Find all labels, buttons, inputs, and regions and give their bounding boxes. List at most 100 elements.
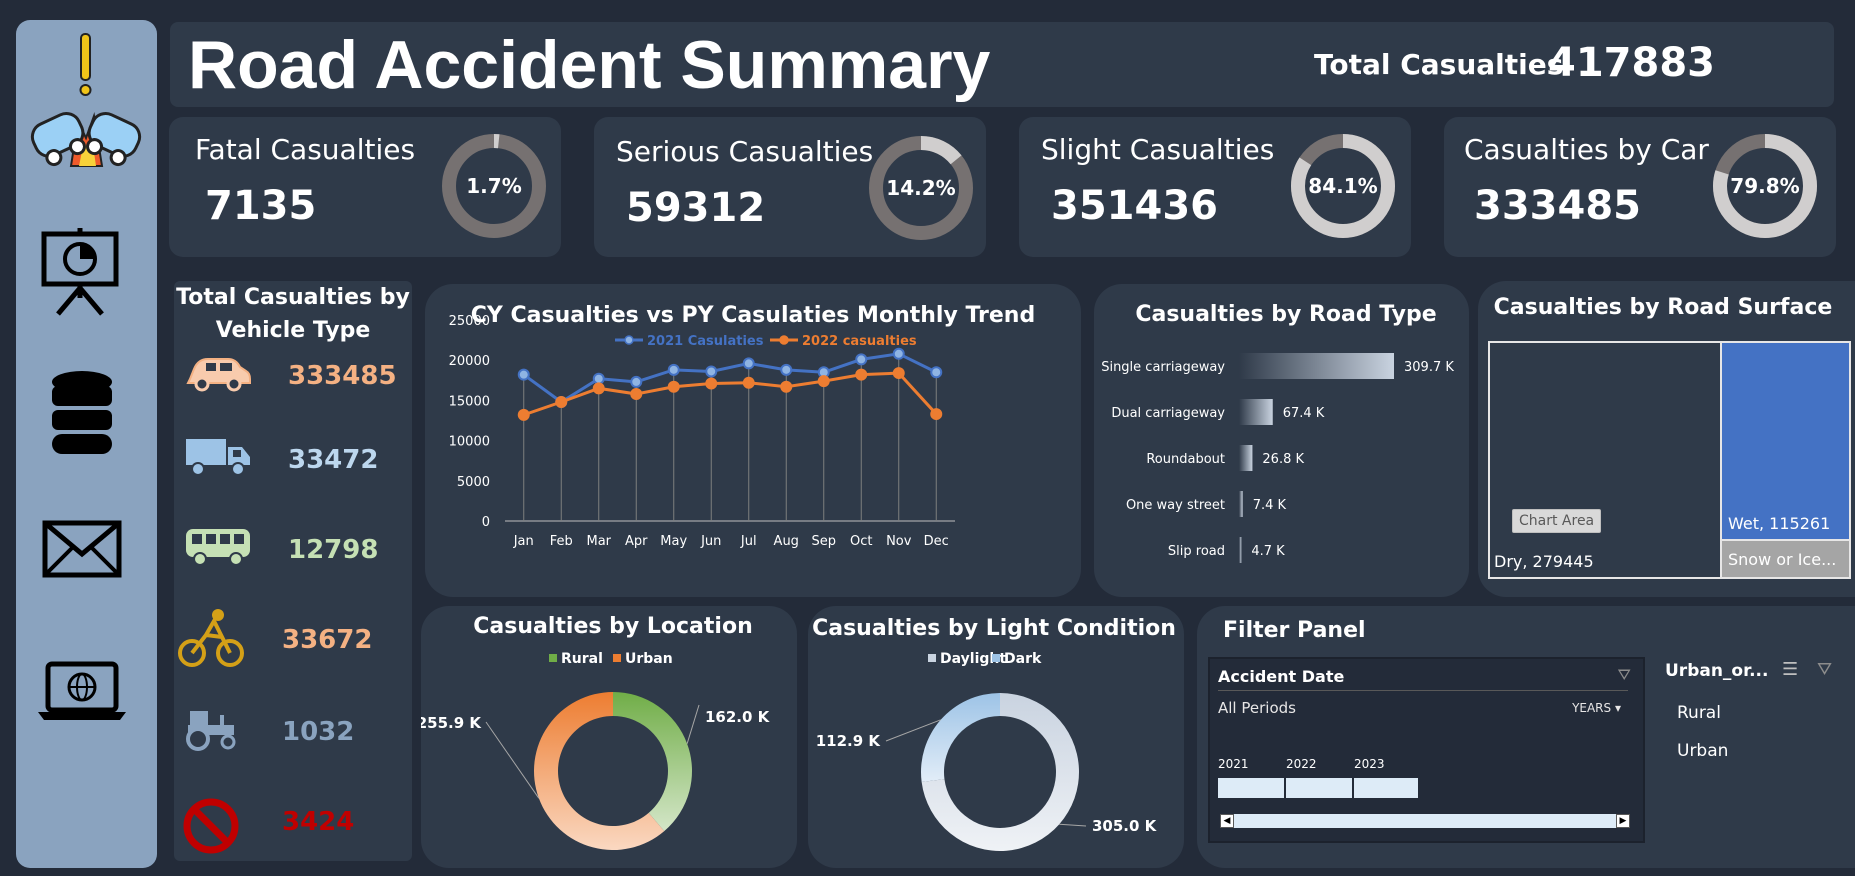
timeline-year-2021[interactable]: 2021 xyxy=(1218,757,1249,771)
legend-item: Rural xyxy=(549,651,603,667)
sidebar xyxy=(16,20,157,868)
data-point xyxy=(555,396,568,409)
kpi-card-fatal: Fatal Casualties 7135 1.7% xyxy=(169,117,561,257)
chart-title: Casualties by Location xyxy=(473,614,752,639)
bar-category-label: One way street xyxy=(1126,498,1225,513)
mail-icon[interactable] xyxy=(42,520,122,580)
chart-title: CY Casualties vs PY Casulaties Monthly T… xyxy=(471,303,1035,328)
car-icon xyxy=(184,353,252,397)
data-point xyxy=(517,368,530,381)
x-tick-label: Dec xyxy=(924,534,949,549)
y-tick-label: 15000 xyxy=(449,394,490,409)
slicer-item-rural[interactable]: Rural xyxy=(1677,703,1721,723)
accident-icon[interactable] xyxy=(26,26,146,176)
urban-rural-slicer[interactable]: Urban_or... ☰ ⛛ Rural Urban xyxy=(1665,659,1845,831)
y-tick-label: 25000 xyxy=(449,314,490,329)
legend-label: Dark xyxy=(1004,651,1042,667)
kpi-title: Slight Casualties xyxy=(1041,133,1275,166)
kpi-card-slight: Slight Casualties 351436 84.1% xyxy=(1019,117,1411,257)
bar-value-label: 7.4 K xyxy=(1253,498,1287,513)
road-surface-panel: Casualties by Road Surface Dry, 279445 C… xyxy=(1478,281,1855,597)
laptop-globe-icon[interactable] xyxy=(36,660,128,722)
location-donut-chart: Casualties by Location Rural Urban 162.0 … xyxy=(417,614,771,850)
data-point xyxy=(892,367,905,380)
database-icon[interactable] xyxy=(50,370,114,456)
timeline-bar[interactable] xyxy=(1218,778,1418,798)
data-point xyxy=(930,366,943,379)
x-tick-label: Aug xyxy=(774,534,799,549)
road-surface-treemap: Dry, 279445 Chart Area Wet, 115261 Snow … xyxy=(1488,341,1851,579)
presentation-chart-icon[interactable] xyxy=(40,228,120,318)
leader-line xyxy=(485,721,540,799)
vehicle-value-other: 3424 xyxy=(282,807,355,837)
data-point xyxy=(817,375,830,388)
x-tick-label: Jan xyxy=(513,534,534,549)
total-casualties-value: 417883 xyxy=(1548,40,1715,86)
timeline-year-2022[interactable]: 2022 xyxy=(1286,757,1317,771)
bar-category-label: Slip road xyxy=(1168,544,1225,559)
timeline-level: YEARS xyxy=(1572,701,1612,715)
filter-panel-title: Filter Panel xyxy=(1223,618,1366,643)
bar-value-label: 309.7 K xyxy=(1404,360,1454,375)
light-donut-chart: Casualties by Light Condition DaylightDa… xyxy=(812,616,1176,851)
kpi-donut: 14.2% xyxy=(869,136,973,240)
bar-value-label: 67.4 K xyxy=(1283,406,1325,421)
clear-filter-icon[interactable]: ⛛ xyxy=(1817,659,1832,680)
tractor-icon xyxy=(184,705,240,755)
bar xyxy=(1239,537,1242,563)
data-point xyxy=(630,387,643,400)
data-point xyxy=(705,365,718,378)
data-point xyxy=(667,380,680,393)
treemap-tile-wet[interactable]: Wet, 115261 xyxy=(1722,343,1849,539)
chevron-down-icon: ▾ xyxy=(1614,701,1621,715)
scroll-left-icon[interactable]: ◀ xyxy=(1220,814,1234,828)
y-tick-label: 10000 xyxy=(449,435,490,450)
data-point xyxy=(780,380,793,393)
truck-icon xyxy=(184,435,252,481)
timeline-header: Accident Date xyxy=(1218,667,1345,686)
treemap-tile-dry[interactable]: Dry, 279445 Chart Area xyxy=(1490,343,1720,577)
monthly-trend-panel: CY Casualties vs PY Casulaties Monthly T… xyxy=(425,284,1081,597)
slicer-item-urban[interactable]: Urban xyxy=(1677,741,1728,761)
x-tick-label: Nov xyxy=(886,534,912,549)
timeline-scrollbar[interactable]: ◀ ▶ xyxy=(1220,814,1630,828)
kpi-value: 59312 xyxy=(626,185,766,231)
x-tick-label: May xyxy=(660,534,687,549)
series-line-0 xyxy=(522,352,937,404)
data-point xyxy=(930,408,943,421)
accident-date-timeline[interactable]: Accident Date ⛛ All Periods YEARS ▾ 2021… xyxy=(1208,657,1645,843)
data-point xyxy=(892,347,905,360)
legend-item: 2021 Casulaties xyxy=(615,334,764,349)
clear-filter-icon[interactable]: ⛛ xyxy=(1618,665,1631,685)
treemap-label: Wet, 115261 xyxy=(1728,514,1831,533)
timeline-year-2023[interactable]: 2023 xyxy=(1354,757,1385,771)
multi-select-icon[interactable]: ☰ xyxy=(1782,659,1798,680)
data-point xyxy=(742,357,755,370)
legend-item: 2022 casualties xyxy=(770,334,917,349)
vehicle-panel-title-line2: Vehicle Type xyxy=(215,318,371,343)
x-tick-label: Feb xyxy=(550,534,573,549)
vehicle-type-panel: Total Casualties by Vehicle Type 333485 … xyxy=(174,281,412,861)
kpi-donut: 1.7% xyxy=(442,134,546,238)
kpi-title: Fatal Casualties xyxy=(195,133,416,166)
timeline-level-dropdown[interactable]: YEARS ▾ xyxy=(1572,701,1621,715)
filter-panel: Filter Panel Accident Date ⛛ All Periods… xyxy=(1197,606,1855,868)
treemap-label: Snow or Ice... xyxy=(1728,550,1837,569)
data-point xyxy=(592,382,605,395)
bar xyxy=(1239,399,1273,425)
monthly-trend-chart: CY Casualties vs PY Casulaties Monthly T… xyxy=(449,303,1036,549)
data-point xyxy=(630,375,643,388)
kpi-title: Casualties by Car xyxy=(1464,133,1709,166)
bar-value-label: 4.7 K xyxy=(1251,544,1285,559)
scroll-right-icon[interactable]: ▶ xyxy=(1616,814,1630,828)
data-point xyxy=(780,363,793,376)
treemap-tile-snow[interactable]: Snow or Ice... xyxy=(1722,541,1849,577)
donut-slice-rural xyxy=(613,692,692,832)
donut-slice-dark xyxy=(921,693,1000,782)
data-label: 305.0 K xyxy=(1092,817,1158,835)
page-title: Road Accident Summary xyxy=(188,27,991,103)
treemap-label: Dry, 279445 xyxy=(1494,552,1594,571)
kpi-donut: 79.8% xyxy=(1713,134,1817,238)
data-point xyxy=(855,353,868,366)
kpi-donut: 84.1% xyxy=(1291,134,1395,238)
